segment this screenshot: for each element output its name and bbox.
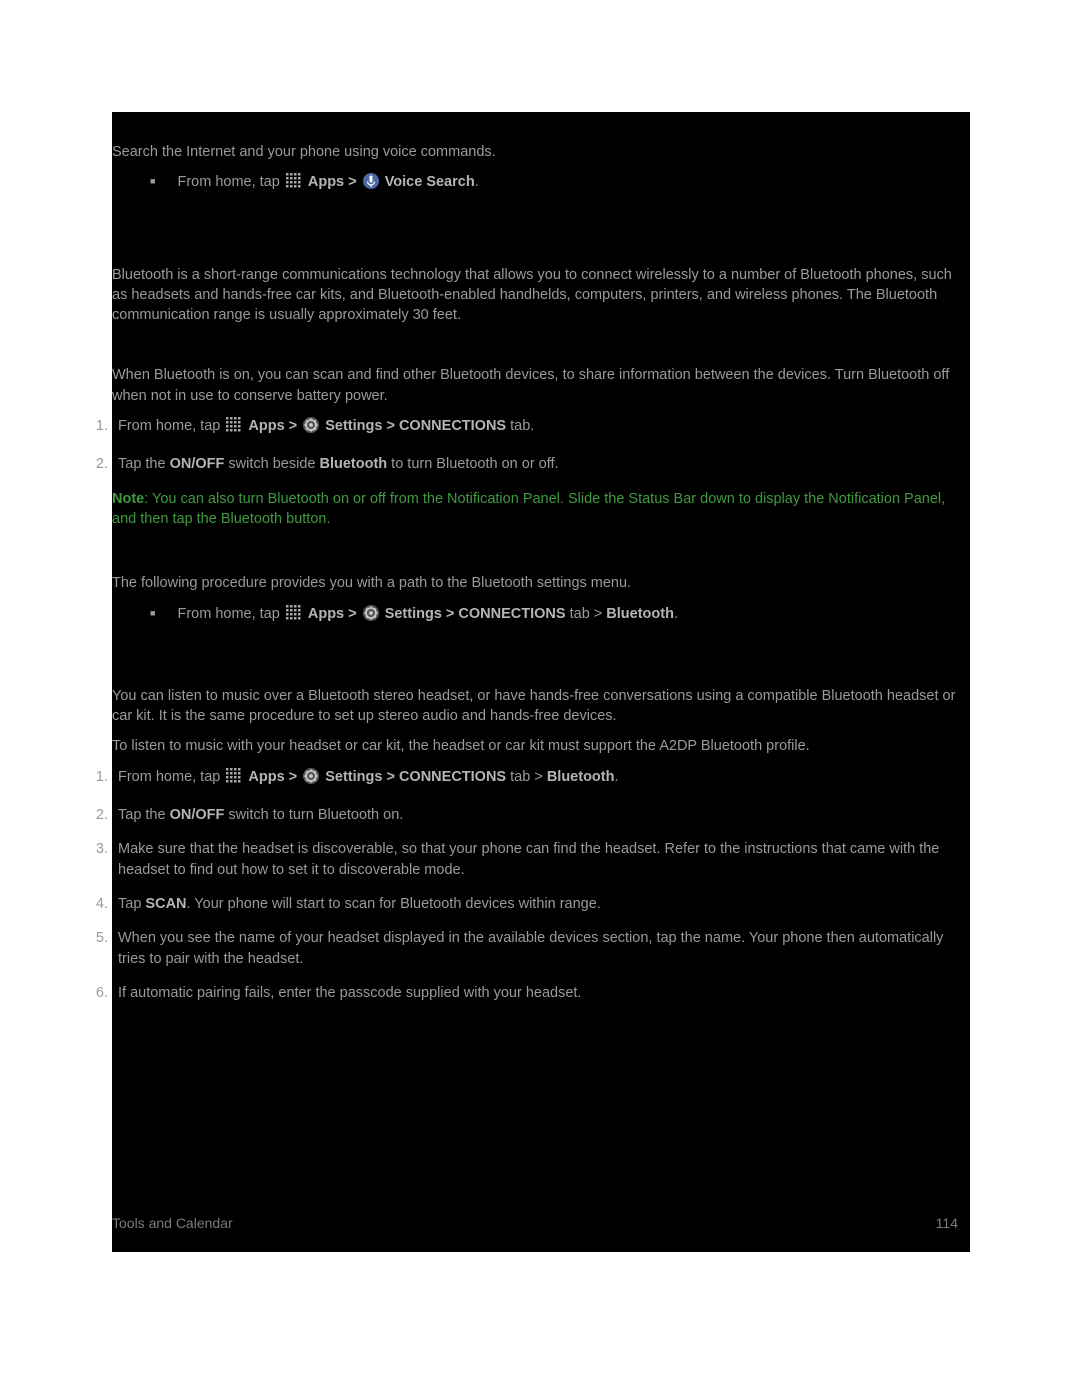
- list-item: From home, tap Apps > Settings > CONNECT…: [112, 416, 964, 440]
- connections-label: CONNECTIONS: [458, 606, 565, 622]
- text: . Your phone will start to scan for Blue…: [187, 896, 601, 912]
- text: tab >: [566, 606, 607, 622]
- list-item: When you see the name of your headset di…: [112, 928, 964, 969]
- onoff-label: ON/OFF: [170, 807, 225, 823]
- voice-search-intro: Search the Internet and your phone using…: [112, 142, 970, 162]
- apps-grid-icon: [225, 767, 243, 791]
- separator: >: [344, 174, 361, 190]
- settings-label: Settings: [385, 606, 442, 622]
- note-text: : You can also turn Bluetooth on or off …: [112, 491, 945, 527]
- text: Tap the: [118, 807, 170, 823]
- bluetooth-onoff-steps: From home, tap Apps > Settings > CONNECT…: [112, 416, 970, 475]
- text: switch to turn Bluetooth on.: [224, 807, 403, 823]
- voice-search-label: Voice Search: [385, 174, 475, 190]
- connections-label: CONNECTIONS: [399, 418, 506, 434]
- apps-label: Apps: [308, 606, 344, 622]
- text: tab.: [506, 418, 534, 434]
- settings-label: Settings: [325, 418, 382, 434]
- apps-label: Apps: [248, 418, 284, 434]
- text: switch beside: [224, 456, 319, 472]
- voice-search-steps: From home, tap Apps > Voice Search.: [112, 172, 970, 196]
- separator: >: [285, 769, 302, 785]
- onoff-label: ON/OFF: [170, 456, 225, 472]
- text: From home, tap: [118, 769, 224, 785]
- bluetooth-onoff-intro: When Bluetooth is on, you can scan and f…: [112, 365, 970, 406]
- bluetooth-connect-intro2: To listen to music with your headset or …: [112, 736, 970, 756]
- separator: >: [442, 606, 459, 622]
- text: From home, tap: [118, 418, 224, 434]
- connections-label: CONNECTIONS: [399, 769, 506, 785]
- bluetooth-settings-intro: The following procedure provides you wit…: [112, 573, 970, 593]
- bluetooth-connect-steps: From home, tap Apps > Settings > CONNECT…: [112, 767, 970, 1003]
- settings-gear-icon: [362, 604, 380, 628]
- list-item: From home, tap Apps > Settings > CONNECT…: [112, 767, 964, 791]
- bluetooth-label: Bluetooth: [606, 606, 674, 622]
- page-content: Search the Internet and your phone using…: [112, 112, 970, 1252]
- text: to turn Bluetooth on or off.: [387, 456, 558, 472]
- bluetooth-settings-step: From home, tap Apps > Settings > CONNECT…: [150, 604, 964, 628]
- bluetooth-intro: Bluetooth is a short-range communication…: [112, 265, 970, 326]
- bluetooth-label: Bluetooth: [547, 769, 615, 785]
- text: From home, tap: [177, 174, 283, 190]
- footer-page-number: 114: [936, 1214, 958, 1234]
- text: Tap: [118, 896, 145, 912]
- scan-label: SCAN: [145, 896, 186, 912]
- document-page: Search the Internet and your phone using…: [0, 0, 1080, 1397]
- bluetooth-onoff-note: Note: You can also turn Bluetooth on or …: [112, 489, 970, 530]
- text: .: [614, 769, 618, 785]
- list-item: Tap SCAN. Your phone will start to scan …: [112, 894, 964, 914]
- text: tab >: [506, 769, 547, 785]
- separator: >: [382, 418, 399, 434]
- settings-label: Settings: [325, 769, 382, 785]
- list-item: If automatic pairing fails, enter the pa…: [112, 983, 964, 1003]
- text: .: [475, 174, 479, 190]
- apps-grid-icon: [285, 604, 303, 628]
- bluetooth-label: Bluetooth: [319, 456, 387, 472]
- text: Tap the: [118, 456, 170, 472]
- separator: >: [344, 606, 361, 622]
- note-label: Note: [112, 491, 144, 507]
- apps-label: Apps: [308, 174, 344, 190]
- separator: >: [285, 418, 302, 434]
- footer-section-title: Tools and Calendar: [112, 1214, 233, 1234]
- apps-grid-icon: [225, 416, 243, 440]
- settings-gear-icon: [302, 767, 320, 791]
- bluetooth-settings-steps: From home, tap Apps > Settings > CONNECT…: [112, 604, 970, 628]
- settings-gear-icon: [302, 416, 320, 440]
- text: From home, tap: [177, 606, 283, 622]
- apps-grid-icon: [285, 172, 303, 196]
- list-item: Tap the ON/OFF switch to turn Bluetooth …: [112, 805, 964, 825]
- text: .: [674, 606, 678, 622]
- apps-label: Apps: [248, 769, 284, 785]
- separator: >: [382, 769, 399, 785]
- list-item: Make sure that the headset is discoverab…: [112, 839, 964, 880]
- bluetooth-connect-intro1: You can listen to music over a Bluetooth…: [112, 686, 970, 727]
- list-item: Tap the ON/OFF switch beside Bluetooth t…: [112, 454, 964, 474]
- voice-search-mic-icon: [362, 172, 380, 196]
- voice-search-step: From home, tap Apps > Voice Search.: [150, 172, 964, 196]
- page-footer: Tools and Calendar 114: [112, 1214, 964, 1234]
